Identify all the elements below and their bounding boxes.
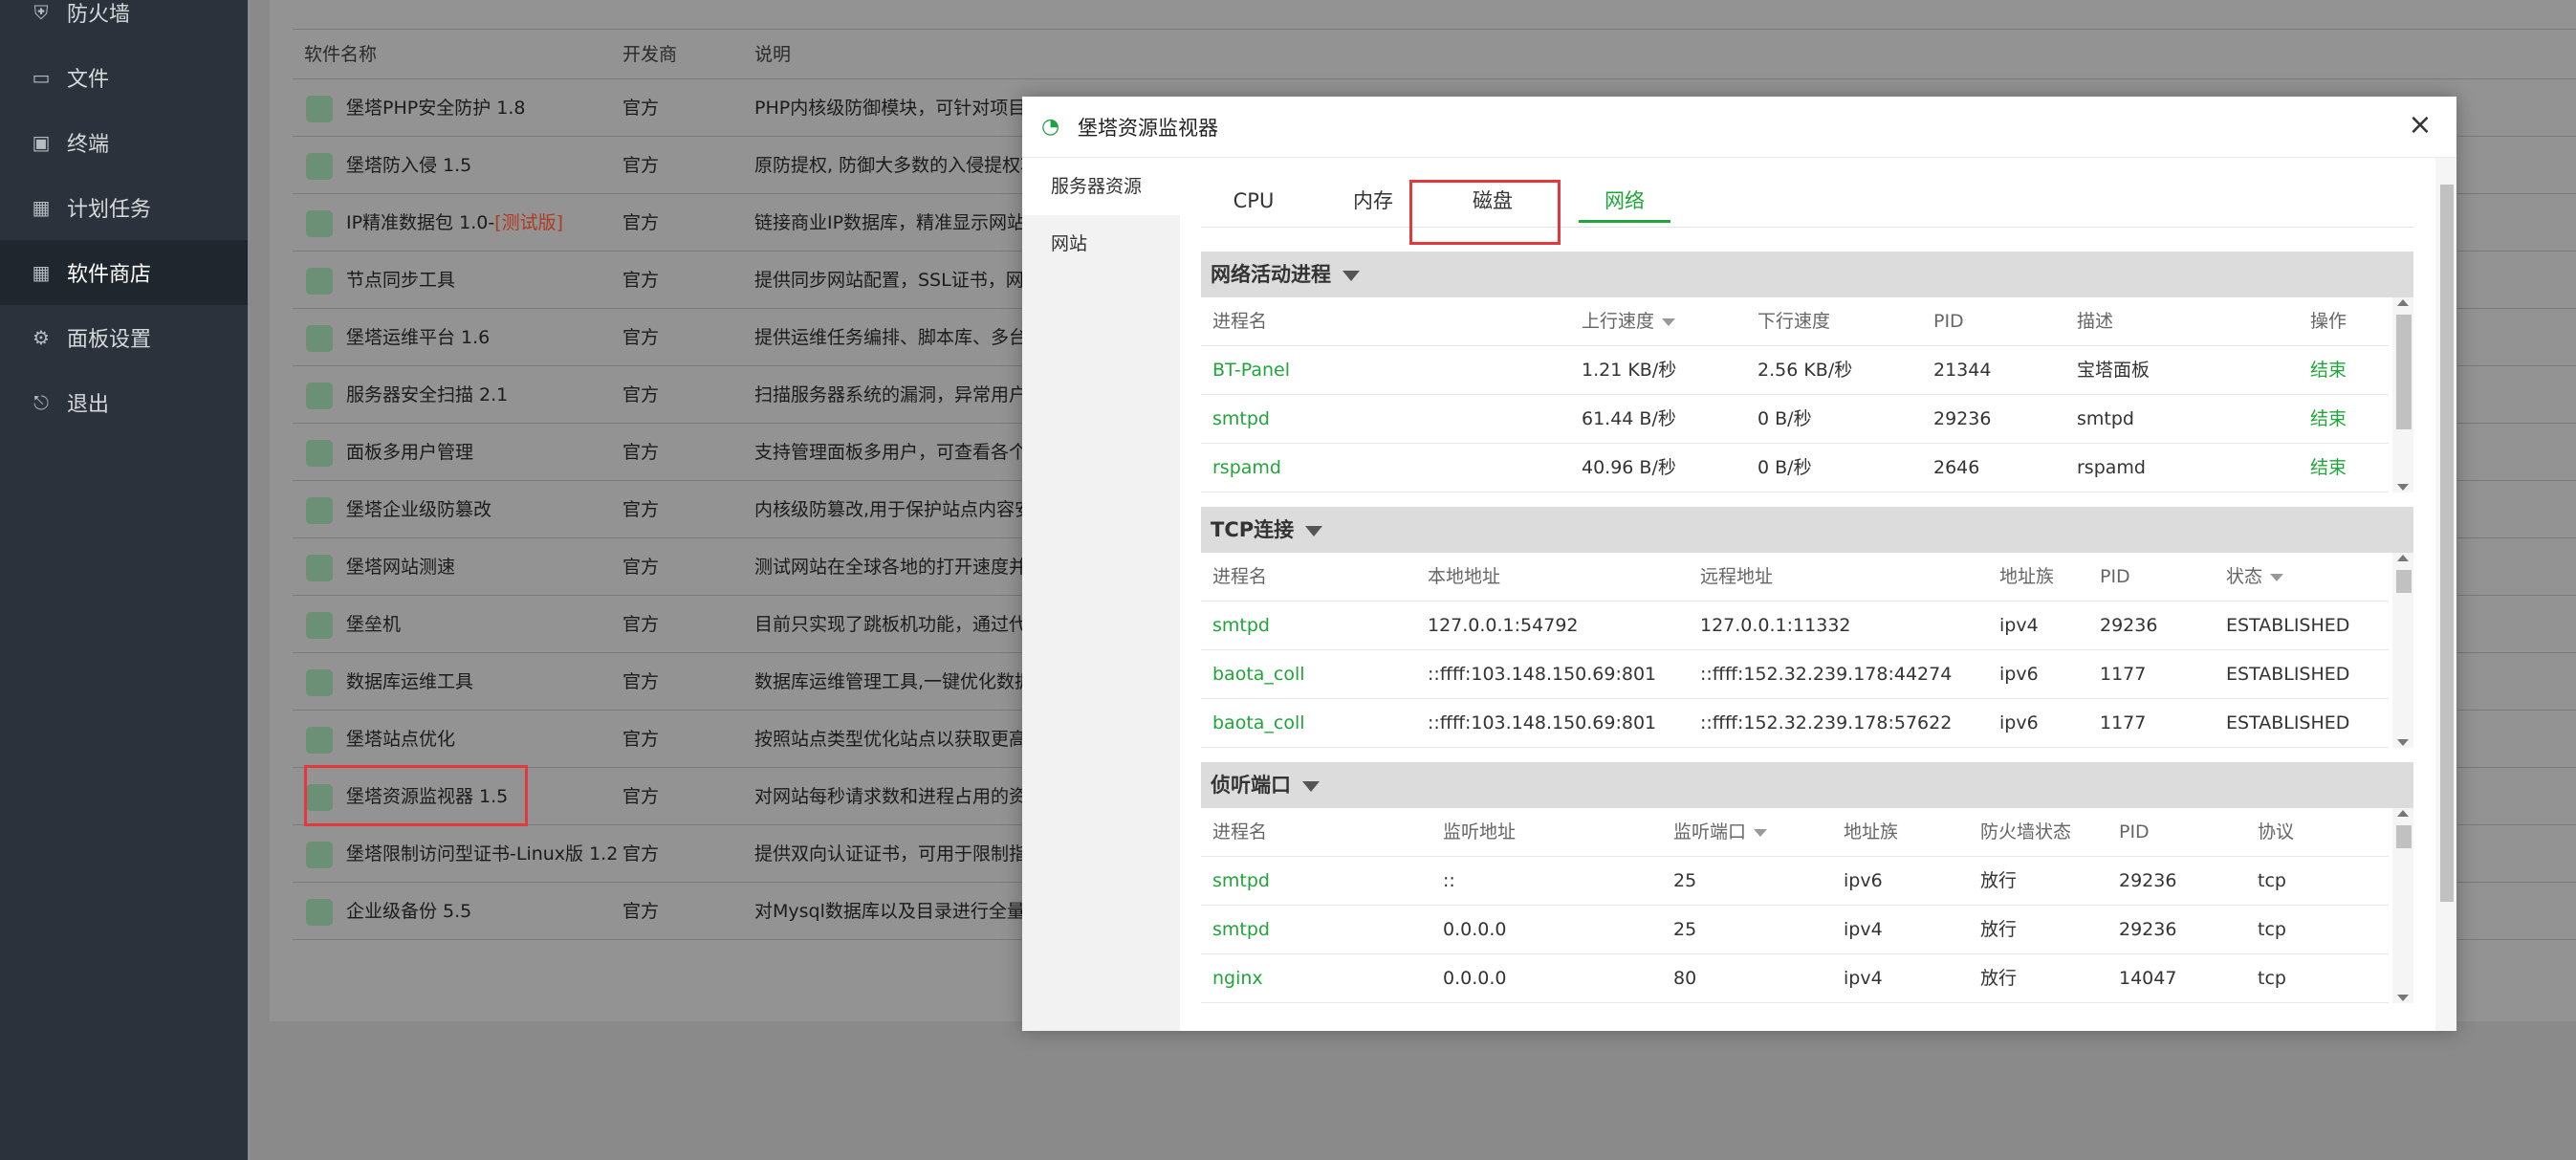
modal-sidebar: 服务器资源 网站	[1022, 158, 1180, 1031]
end-process-link[interactable]: 结束	[2310, 346, 2347, 395]
plugin-table: 软件名称 开发商 说明 堡塔PHP安全防护 1.8 官方 PHP内核级防御模块，可针…	[293, 29, 2576, 940]
tcp-section: TCP连接 进程名 本地地址 远程地址 地址族 PID 状态 smtpd 127…	[1201, 507, 2413, 748]
sidebar-item-files[interactable]: ▭ 文件	[0, 45, 248, 110]
plugin-icon	[306, 325, 333, 352]
plugin-icon	[306, 727, 333, 754]
col-name-header: 软件名称	[304, 44, 378, 65]
caret-down-icon	[1305, 525, 1323, 536]
table-row: rspamd 40.96 B/秒 0 B/秒 2646 rspamd 结束	[1201, 444, 2389, 492]
sidebar-item-logout[interactable]: ⎋ 退出	[0, 370, 248, 435]
sidebar-item-cron[interactable]: ▦ 计划任务	[0, 175, 248, 240]
arrow-up-icon	[2397, 810, 2409, 817]
gauge-icon: ◔	[1041, 114, 1060, 139]
end-process-link[interactable]: 结束	[2310, 395, 2347, 444]
table-row: BT-Panel 1.21 KB/秒 2.56 KB/秒 21344 宝塔面板 …	[1201, 346, 2389, 395]
side-tab-site[interactable]: 网站	[1022, 215, 1180, 273]
table-row: nginx 0.0.0.0 80 ipv4 放行 14047 tcp	[1201, 954, 2389, 1003]
table-row: baota_coll ::ffff:103.148.150.69:801 ::f…	[1201, 650, 2389, 699]
plugin-icon	[306, 842, 333, 868]
sidebar: ⛨ 防火墙 ▭ 文件 ▣ 终端 ▦ 计划任务 ▦ 软件商店 ⚙ 面板设置 ⎋ 退出	[0, 0, 248, 1160]
tab-divider	[1201, 227, 2413, 228]
table-row: smtpd :: 25 ipv6 放行 29236 tcp	[1201, 857, 2389, 906]
grid-icon: ▦	[32, 261, 51, 284]
sidebar-item-store[interactable]: ▦ 软件商店	[0, 240, 248, 305]
listen-ports-section: 侦听端口 进程名 监听地址 监听端口 地址族 防火墙状态 PID 协议 smtp…	[1201, 762, 2413, 1003]
plugin-icon	[306, 153, 333, 180]
net-activity-section: 网络活动进程 进程名 上行速度 下行速度 PID 描述 操作 BT-Panel …	[1201, 252, 2413, 492]
plugin-icon	[306, 497, 333, 524]
gear-icon: ⚙	[33, 326, 50, 349]
arrow-up-icon	[2397, 299, 2409, 306]
sidebar-item-label: 软件商店	[67, 263, 152, 287]
modal-scrollbar[interactable]	[2435, 158, 2456, 1031]
scrollbar[interactable]	[2392, 297, 2413, 492]
plugin-icon	[306, 899, 333, 926]
highlight-box	[304, 765, 528, 826]
table-row: smtpd 61.44 B/秒 0 B/秒 29236 smtpd 结束	[1201, 395, 2389, 444]
end-process-link[interactable]: 结束	[2310, 444, 2347, 492]
table-row: smtpd 127.0.0.1:54792 127.0.0.1:11332 ip…	[1201, 602, 2389, 650]
sort-icon	[1662, 317, 1676, 326]
sidebar-item-label: 终端	[67, 133, 110, 157]
arrow-down-icon	[2397, 995, 2409, 1001]
folder-icon: ▭	[32, 66, 51, 89]
calendar-icon: ▦	[32, 196, 51, 219]
modal-header: ◔ 堡塔资源监视器	[1022, 97, 2456, 158]
beta-tag: [测试版]	[494, 212, 564, 233]
table-header: 进程名 监听地址 监听端口 地址族 防火墙状态 PID 协议	[1201, 808, 2389, 857]
scrollbar[interactable]	[2392, 553, 2413, 748]
sidebar-item-label: 退出	[67, 393, 110, 417]
sidebar-item-firewall[interactable]: ⛨ 防火墙	[0, 0, 248, 45]
table-row: baota_coll ::ffff:103.148.150.69:801 ::f…	[1201, 699, 2389, 748]
terminal-icon: ▣	[32, 131, 51, 154]
section-header[interactable]: TCP连接	[1201, 507, 2413, 553]
sidebar-item-terminal[interactable]: ▣ 终端	[0, 110, 248, 175]
shield-icon: ⛨	[33, 1, 49, 24]
sidebar-item-label: 计划任务	[67, 198, 152, 222]
tab-cpu[interactable]: CPU	[1201, 179, 1306, 223]
sort-icon	[1754, 828, 1768, 837]
col-desc-header: 说明	[754, 44, 792, 65]
plugin-icon	[306, 612, 333, 639]
sort-icon	[2270, 573, 2284, 581]
section-header[interactable]: 网络活动进程	[1201, 252, 2413, 297]
tab-network[interactable]: 网络	[1579, 179, 1670, 223]
plugin-icon	[306, 555, 333, 581]
sidebar-item-label: 文件	[67, 68, 110, 92]
plugin-icon	[306, 96, 333, 122]
plugin-icon	[306, 268, 333, 295]
plugin-icon	[306, 440, 333, 467]
side-tab-server[interactable]: 服务器资源	[1022, 158, 1180, 215]
arrow-down-icon	[2397, 739, 2409, 746]
modal-title: 堡塔资源监视器	[1078, 116, 1218, 140]
table-header: 进程名 本地地址 远程地址 地址族 PID 状态	[1201, 553, 2389, 602]
sidebar-item-label: 防火墙	[67, 3, 131, 27]
sidebar-item-settings[interactable]: ⚙ 面板设置	[0, 305, 248, 370]
tab-bar: CPU 内存 磁盘 网络	[1180, 158, 2456, 234]
col-dev-header: 开发商	[622, 44, 678, 65]
table-row: smtpd 0.0.0.0 25 ipv4 放行 29236 tcp	[1201, 906, 2389, 954]
logout-icon: ⎋	[33, 391, 49, 414]
table-header: 软件名称 开发商 说明	[293, 30, 2576, 79]
section-header[interactable]: 侦听端口	[1201, 762, 2413, 808]
plugin-icon	[306, 210, 333, 237]
arrow-down-icon	[2397, 484, 2409, 491]
scrollbar[interactable]	[2392, 808, 2413, 1003]
table-header: 进程名 上行速度 下行速度 PID 描述 操作	[1201, 297, 2389, 346]
resource-monitor-modal: ◔ 堡塔资源监视器 × 服务器资源 网站 CPU 内存 磁盘 网络 网络活动进程…	[1022, 97, 2456, 1031]
caret-down-icon	[1343, 270, 1360, 281]
close-button[interactable]: ×	[2405, 110, 2435, 141]
modal-body: CPU 内存 磁盘 网络 网络活动进程 进程名 上行速度 下行速度 PID 描述…	[1180, 158, 2456, 1031]
plugin-icon	[306, 383, 333, 409]
highlight-box	[1409, 180, 1561, 245]
caret-down-icon	[1302, 780, 1320, 792]
sidebar-item-label: 面板设置	[67, 328, 152, 352]
arrow-up-icon	[2397, 555, 2409, 561]
plugin-icon	[306, 669, 333, 696]
